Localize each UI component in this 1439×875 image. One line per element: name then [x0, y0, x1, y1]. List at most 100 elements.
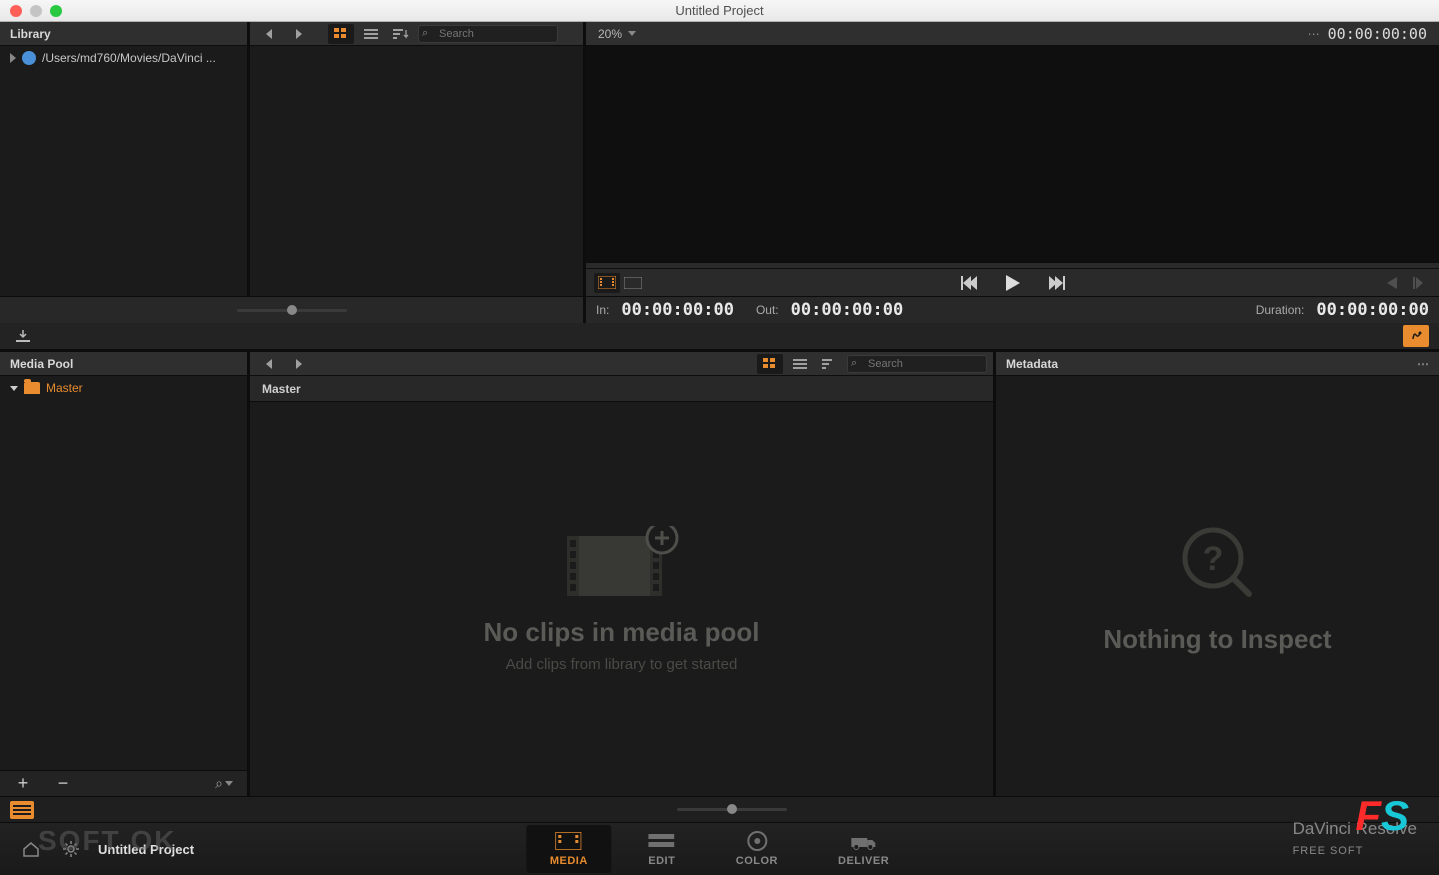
bin-thumbnail-view-button[interactable]	[757, 354, 783, 374]
mediapool-header: Media Pool	[0, 352, 247, 376]
in-label: In:	[596, 303, 609, 317]
metadata-options-icon[interactable]: ⋯	[1417, 357, 1429, 371]
mediapool-search-input[interactable]	[847, 355, 987, 373]
mediapool-zoom-slider[interactable]	[677, 803, 787, 817]
tab-color[interactable]: COLOR	[736, 831, 778, 867]
metadata-panel: Metadata ⋯ ? Nothing to Inspect	[996, 352, 1439, 796]
tab-edit[interactable]: EDIT	[648, 831, 676, 867]
tab-deliver[interactable]: DELIVER	[838, 831, 889, 867]
viewer-options-icon[interactable]: ⋯	[1308, 27, 1320, 41]
list-view-button[interactable]	[358, 24, 384, 44]
thumbnail-view-button[interactable]	[328, 24, 354, 44]
mediapool-search[interactable]: ⌕	[847, 355, 987, 373]
swap-layout-button[interactable]	[10, 801, 34, 819]
chevron-down-icon	[628, 31, 636, 36]
audio-panel-button[interactable]	[1403, 325, 1429, 347]
metadata-empty-state: ? Nothing to Inspect	[996, 376, 1439, 796]
library-browser-area[interactable]	[250, 46, 583, 296]
tab-media[interactable]: MEDIA	[526, 825, 612, 873]
tab-label: EDIT	[648, 855, 675, 867]
remove-bin-button[interactable]: −	[50, 774, 76, 794]
out-timecode[interactable]: 00:00:00:00	[791, 300, 904, 320]
bins-bottom-bar: + − ⌕	[0, 770, 247, 796]
disclosure-icon[interactable]	[10, 53, 16, 63]
duration-label: Duration:	[1256, 303, 1305, 317]
empty-clips-icon	[562, 526, 682, 601]
library-path-item[interactable]: /Users/md760/Movies/DaVinci ...	[0, 46, 247, 70]
tab-label: MEDIA	[550, 855, 588, 867]
media-icon	[555, 831, 583, 851]
metadata-header: Metadata	[1006, 357, 1058, 371]
mediapool-row: Media Pool Master + − ⌕	[0, 352, 1439, 796]
deliver-icon	[850, 831, 878, 851]
library-path-label: /Users/md760/Movies/DaVinci ...	[42, 51, 216, 65]
out-label: Out:	[756, 303, 779, 317]
zoom-menu[interactable]: 20%	[598, 27, 636, 41]
utility-row	[0, 323, 1439, 349]
timecode-row: In: 00:00:00:00 Out: 00:00:00:00 Duratio…	[0, 296, 1439, 323]
sort-button[interactable]	[388, 24, 414, 44]
bin-search-button[interactable]: ⌕	[211, 774, 237, 794]
bin-sort-button[interactable]	[817, 354, 843, 374]
library-search[interactable]: ⌕	[418, 25, 558, 43]
tab-label: COLOR	[736, 855, 778, 867]
empty-subtitle: Add clips from library to get started	[506, 656, 738, 673]
search-icon: ⌕	[422, 27, 428, 40]
viewer-panel: 20% ⋯ 00:00:00:00	[586, 22, 1439, 296]
in-timecode[interactable]: 00:00:00:00	[621, 300, 734, 320]
nav-forward-button[interactable]	[286, 24, 312, 44]
jump-prev-button[interactable]	[956, 273, 982, 293]
viewer-canvas[interactable]	[586, 46, 1439, 262]
zoom-value: 20%	[598, 27, 622, 41]
viewer-top-bar: 20% ⋯ 00:00:00:00	[586, 22, 1439, 46]
mediapool-bins-panel: Media Pool Master + − ⌕	[0, 352, 247, 796]
bin-list-view-button[interactable]	[787, 354, 813, 374]
mediapool-clips-panel: ⌕ Master No clips in media pool Add clip…	[250, 352, 993, 796]
watermark-fs: FS	[1355, 792, 1409, 840]
duration-timecode: 00:00:00:00	[1316, 300, 1429, 320]
nav-back-button[interactable]	[256, 24, 282, 44]
window-titlebar: Untitled Project	[0, 0, 1439, 22]
next-clip-button[interactable]	[1405, 273, 1431, 293]
master-bin-item[interactable]: Master	[0, 376, 247, 400]
library-tree-panel: Library /Users/md760/Movies/DaVinci ...	[0, 22, 247, 296]
search-icon: ⌕	[851, 357, 857, 370]
bin-back-button[interactable]	[256, 354, 282, 374]
metadata-header-bar: Metadata ⋯	[996, 352, 1439, 376]
viewer-timecode: 00:00:00:00	[1328, 25, 1427, 43]
disclosure-icon[interactable]	[10, 386, 18, 391]
library-header: Library	[0, 22, 247, 46]
folder-icon	[24, 382, 40, 394]
edit-icon	[648, 831, 676, 851]
library-search-input[interactable]	[418, 25, 558, 43]
watermark-softok: SOFT OK	[38, 825, 176, 857]
master-bin-label: Master	[46, 381, 83, 395]
swap-row	[0, 796, 1439, 822]
mediapool-empty-state[interactable]: No clips in media pool Add clips from li…	[250, 402, 993, 796]
page-bar: Untitled Project MEDIA EDIT COLOR DELIVE…	[0, 822, 1439, 875]
zoom-window-icon[interactable]	[50, 5, 62, 17]
library-row: Library /Users/md760/Movies/DaVinci ... …	[0, 22, 1439, 296]
timeline-mode-button[interactable]	[620, 273, 646, 293]
prev-clip-button[interactable]	[1379, 273, 1405, 293]
library-zoom-slider[interactable]	[202, 303, 382, 317]
svg-text:?: ?	[1202, 540, 1223, 578]
bin-forward-button[interactable]	[286, 354, 312, 374]
play-button[interactable]	[1000, 273, 1026, 293]
tab-label: DELIVER	[838, 855, 889, 867]
close-window-icon[interactable]	[10, 5, 22, 17]
add-bin-button[interactable]: +	[10, 774, 36, 794]
source-mode-button[interactable]	[594, 273, 620, 293]
mediapool-toolbar: ⌕	[250, 352, 993, 376]
minimize-window-icon	[30, 5, 42, 17]
import-button[interactable]	[10, 326, 36, 346]
color-icon	[743, 831, 771, 851]
globe-icon	[22, 51, 36, 65]
empty-title: No clips in media pool	[484, 617, 760, 648]
jump-next-button[interactable]	[1044, 273, 1070, 293]
library-toolbar: ⌕	[250, 22, 583, 46]
library-browser-panel: ⌕	[250, 22, 583, 296]
window-title: Untitled Project	[0, 3, 1439, 18]
bin-title: Master	[250, 376, 993, 402]
inspect-icon: ?	[1173, 518, 1263, 608]
